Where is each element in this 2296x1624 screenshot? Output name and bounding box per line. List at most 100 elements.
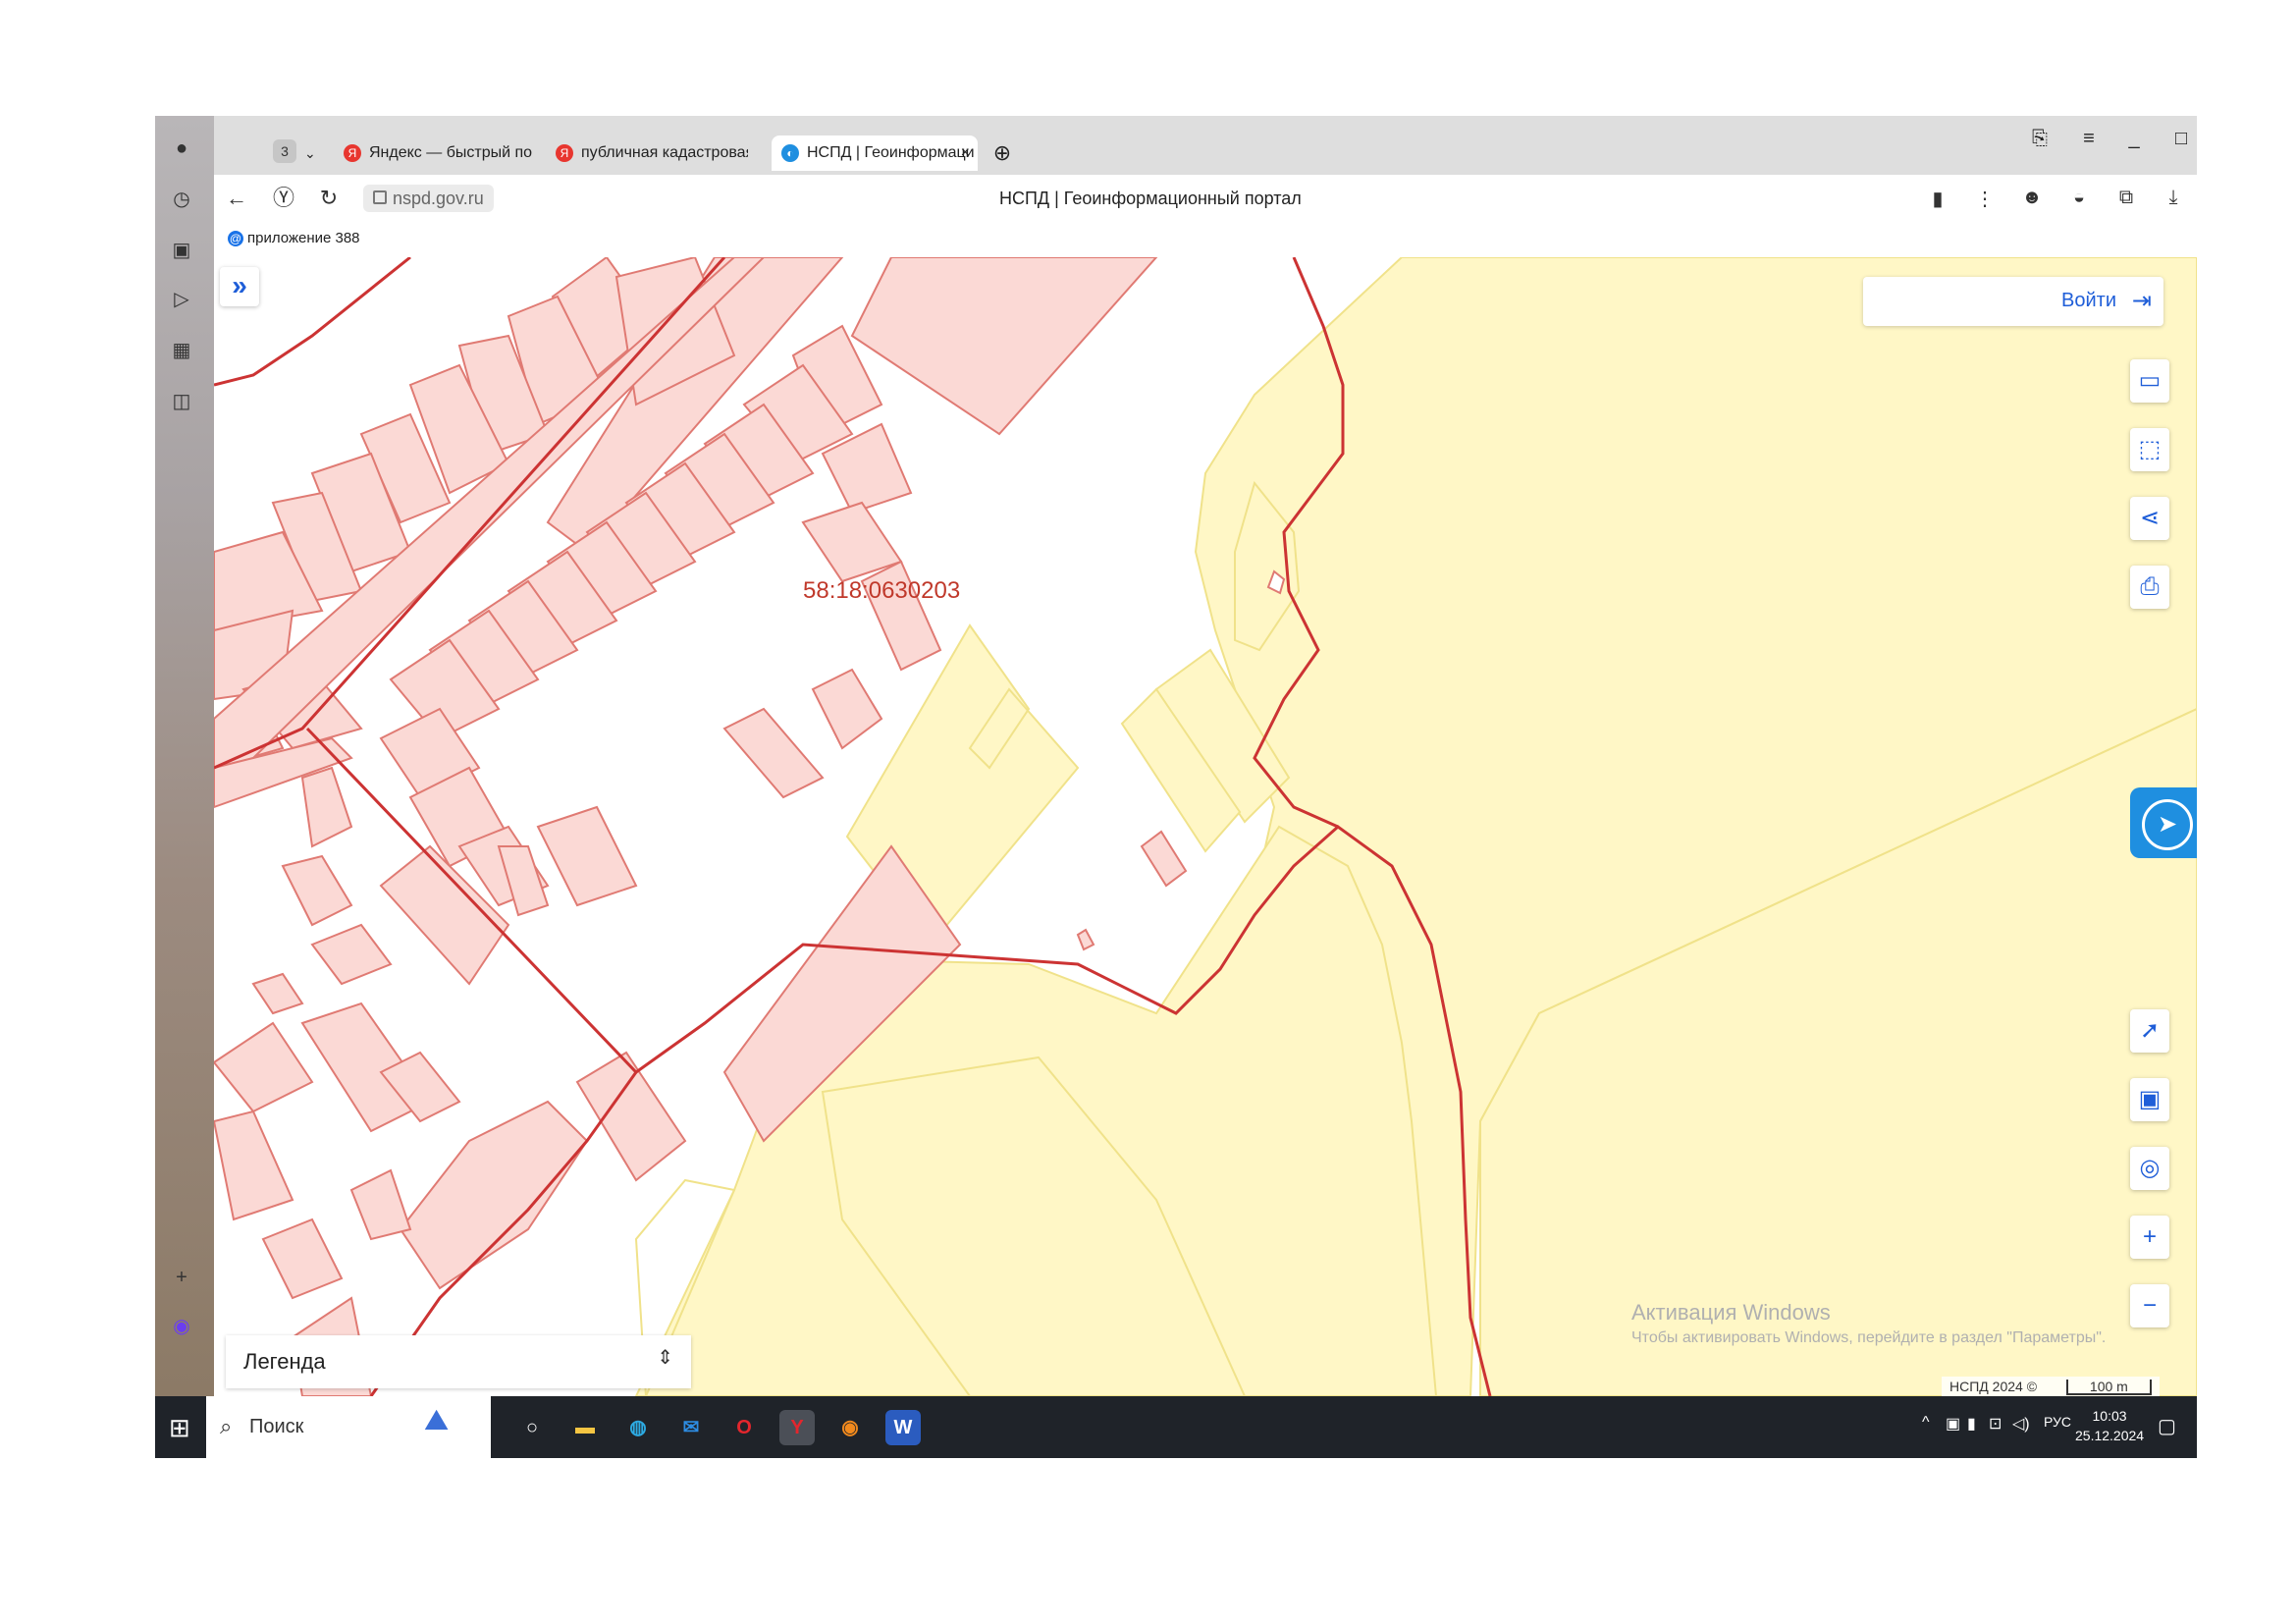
legend-panel[interactable]: Легенда ⇕ xyxy=(226,1335,691,1388)
download-icon[interactable]: ⤓ xyxy=(2160,187,2187,210)
assistant-icon: ➤ xyxy=(2142,799,2193,850)
layers-icon: ▣ xyxy=(2138,1086,2162,1112)
more-icon[interactable]: ⋮ xyxy=(1971,187,1999,210)
layers-button[interactable]: ▣ xyxy=(2130,1078,2169,1121)
address-bar: ← Ⓨ ↻ nspd.gov.ru НСПД | Геоинформационн… xyxy=(214,175,2197,222)
firefox-icon[interactable]: ◉ xyxy=(832,1410,868,1445)
clock-date: 25.12.2024 xyxy=(2075,1428,2145,1443)
tab-yandex[interactable]: Я Яндекс — быстрый поиск xyxy=(344,135,532,171)
maximize-icon[interactable]: □ xyxy=(2163,128,2197,150)
geolocation-button[interactable]: ◎ xyxy=(2130,1147,2169,1190)
geo-portal-icon: ◐ xyxy=(781,143,799,162)
volume-icon[interactable]: ◁) xyxy=(2012,1414,2030,1434)
taskbar-search[interactable]: ⌕ Поиск ⛰ xyxy=(206,1396,491,1458)
tray-chevron-icon[interactable]: ^ xyxy=(1922,1414,1930,1432)
screenshot-icon[interactable]: ◫ xyxy=(169,389,194,414)
bookmark-icon[interactable]: ▮ xyxy=(1924,187,1951,210)
print-button[interactable]: ⎙ xyxy=(2130,566,2169,609)
login-label: Войти xyxy=(2061,290,2116,311)
url-field[interactable]: nspd.gov.ru xyxy=(363,185,494,212)
close-tab-icon[interactable]: × xyxy=(961,135,970,171)
assistant-button[interactable]: ➤ xyxy=(2130,787,2197,858)
locate-button[interactable]: ➚ xyxy=(2130,1009,2169,1053)
clock[interactable]: 10:03 25.12.2024 xyxy=(2075,1406,2144,1445)
at-icon: @ xyxy=(228,231,243,246)
bookmarks-bar: @ приложение 388 xyxy=(214,222,2197,258)
geolocation-icon: ◎ xyxy=(2139,1155,2161,1181)
select-area-button[interactable]: ⬚ xyxy=(2130,428,2169,471)
search-label: Поиск xyxy=(249,1416,304,1437)
page-title: НСПД | Геоинформационный портал xyxy=(999,189,1302,208)
zoom-out-icon: − xyxy=(2142,1292,2157,1319)
yandex-browser-icon[interactable]: Y xyxy=(779,1410,815,1445)
cortana-icon[interactable]: ○ xyxy=(514,1410,550,1445)
extensions-icon[interactable]: ⧉ xyxy=(2112,187,2140,210)
tab-label: НСПД | Геоинформаци xyxy=(807,144,975,161)
tab-nspd[interactable]: ◐ НСПД | Геоинформаци × xyxy=(772,135,978,171)
reload-icon[interactable]: ↻ xyxy=(314,185,344,212)
add-icon[interactable]: + xyxy=(169,1265,194,1290)
protect-icon[interactable]: ◒ xyxy=(2065,187,2093,210)
login-icon: ⇥ xyxy=(2131,288,2152,314)
word-icon[interactable]: W xyxy=(885,1410,921,1445)
cadastral-map[interactable] xyxy=(214,257,2197,1396)
windows-start-icon[interactable]: ⊞ xyxy=(169,1414,196,1441)
history-icon[interactable]: ◷ xyxy=(169,187,194,212)
zoom-out-button[interactable]: − xyxy=(2130,1284,2169,1327)
tab-label: Яндекс — быстрый поиск xyxy=(369,144,532,161)
copyright: НСПД 2024 © xyxy=(1949,1379,2038,1394)
map-canvas[interactable]: 58:18:0630203 » Войти ⇥ ▭ ⬚ ⋖ ⎙ ➤ ➚ ▣ ◎ … xyxy=(214,257,2197,1396)
ruler-button[interactable]: ▭ xyxy=(2130,359,2169,403)
play-icon[interactable]: ▷ xyxy=(169,287,194,312)
print-icon: ⎙ xyxy=(2140,573,2160,600)
browser-side-panel: ● ◷ ▣ ▷ ▦ ◫ + ◉ xyxy=(155,116,214,1396)
bookmark-item[interactable]: @ приложение 388 xyxy=(228,230,360,246)
language-indicator[interactable]: РУС xyxy=(2044,1414,2071,1430)
share-button[interactable]: ⋖ xyxy=(2130,497,2169,540)
bookmarks-panel-icon[interactable]: ⎘ xyxy=(2022,128,2057,150)
scale-bar: 100 m xyxy=(2065,1380,2152,1395)
browser-window: 3 ⌄ Я Яндекс — быстрый поиск Япубличная к… xyxy=(214,116,2197,1396)
yandex-icon: Я xyxy=(556,143,573,162)
minimize-icon[interactable]: _ xyxy=(2116,128,2152,150)
tab-cadastral[interactable]: Япубличная кадастровая к xyxy=(556,135,748,171)
profile-avatar[interactable]: ● xyxy=(169,135,194,161)
back-icon[interactable]: ← xyxy=(222,185,251,212)
extension-avatar-icon[interactable]: ☻ xyxy=(2018,187,2046,210)
url-text: nspd.gov.ru xyxy=(393,189,484,208)
clock-time: 10:03 xyxy=(2092,1408,2127,1424)
zoom-in-button[interactable]: + xyxy=(2130,1216,2169,1259)
watermark-title: Активация Windows xyxy=(1631,1300,1831,1325)
edge-icon[interactable]: ◍ xyxy=(620,1410,656,1445)
watermark-subtitle: Чтобы активировать Windows, перейдите в … xyxy=(1631,1329,2107,1346)
notification-icon[interactable]: ▢ xyxy=(2158,1414,2176,1438)
tab-bar: 3 ⌄ Я Яндекс — быстрый поиск Япубличная к… xyxy=(214,116,2197,175)
login-button[interactable]: Войти ⇥ xyxy=(1863,277,2163,326)
collections-icon[interactable]: ▣ xyxy=(169,238,194,263)
windows-taskbar: ⊞ ⌕ Поиск ⛰ ○ ▬ ◍ ✉ O Y ◉ W ^ ▣ ▮ ⊡ ◁) Р… xyxy=(155,1396,2197,1458)
locate-icon: ➚ xyxy=(2139,1017,2161,1044)
alice-assistant-icon[interactable]: ◉ xyxy=(169,1314,194,1339)
mail-icon[interactable]: ✉ xyxy=(673,1410,709,1445)
search-icon: ⌕ xyxy=(220,1414,233,1438)
cadastral-quarter-label[interactable]: 58:18:0630203 xyxy=(803,577,960,605)
network-icon[interactable]: ⊡ xyxy=(1989,1414,2002,1434)
yandex-icon: Я xyxy=(344,143,361,162)
new-tab-button[interactable]: ⊕ xyxy=(989,135,1015,171)
calendar-icon[interactable]: ▦ xyxy=(169,338,194,363)
opera-icon[interactable]: O xyxy=(726,1410,762,1445)
menu-icon[interactable]: ≡ xyxy=(2071,128,2107,150)
ruler-icon: ▭ xyxy=(2138,367,2162,394)
yandex-home-icon[interactable]: Ⓨ xyxy=(269,185,298,212)
search-highlight-icon: ⛰ xyxy=(424,1404,450,1436)
meet-icon[interactable]: ▣ xyxy=(1946,1414,1960,1434)
expand-panel-button[interactable]: » xyxy=(220,267,259,306)
file-explorer-icon[interactable]: ▬ xyxy=(567,1410,603,1445)
chevron-down-icon[interactable]: ⌄ xyxy=(304,135,324,171)
screenshot: ● ◷ ▣ ▷ ▦ ◫ + ◉ 3 ⌄ Я Яндекс — быстрый по… xyxy=(155,116,2197,1458)
tab-count-badge[interactable]: 3 xyxy=(273,139,296,163)
microphone-icon[interactable]: ▮ xyxy=(1967,1414,1976,1434)
zoom-in-icon: + xyxy=(2142,1223,2157,1250)
windows-activation-watermark: Активация Windows Чтобы активировать Win… xyxy=(1631,1300,2106,1347)
lock-icon xyxy=(373,190,387,204)
